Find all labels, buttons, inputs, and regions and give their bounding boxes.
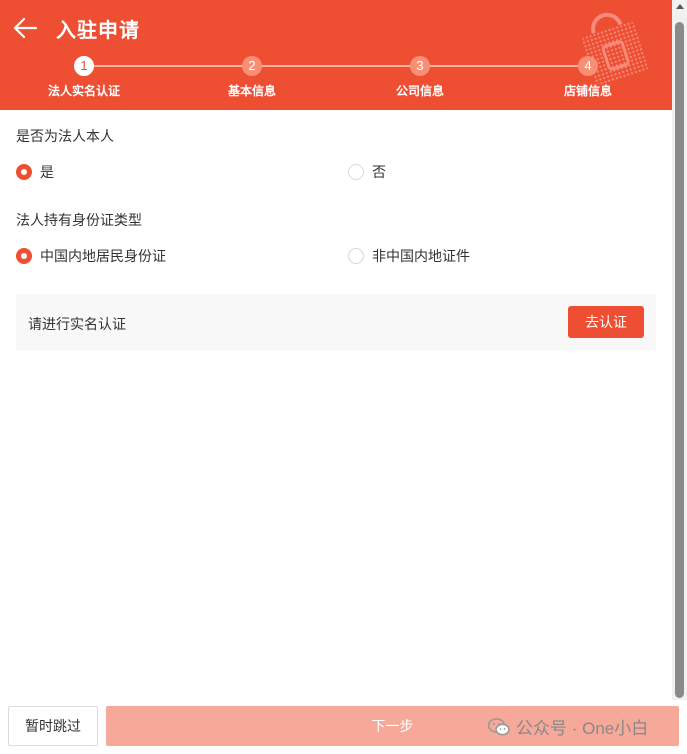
back-arrow-icon[interactable]: [12, 16, 38, 40]
step-number: 2: [242, 56, 262, 76]
radio-label: 非中国内地证件: [372, 248, 470, 264]
radio-unchecked-icon: [348, 164, 364, 180]
radio-label: 中国内地居民身份证: [40, 248, 166, 264]
verification-prompt: 请进行实名认证: [28, 316, 126, 332]
steps-progress-line: [84, 65, 588, 67]
legal-person-question: 是否为法人本人: [16, 128, 114, 144]
radio-checked-icon: [16, 248, 32, 264]
radio-legal-person-no[interactable]: 否: [348, 162, 386, 182]
radio-unchecked-icon: [348, 248, 364, 264]
step-label: 店铺信息: [563, 84, 612, 98]
header-bar: 入驻申请 1 法人实名认证 2 基本信息 3 公司信息 4 店铺信息: [0, 0, 672, 110]
scroll-up-icon[interactable]: [676, 4, 684, 9]
next-step-button[interactable]: 下一步: [106, 706, 679, 746]
skip-button[interactable]: 暂时跳过: [8, 706, 98, 746]
scrollbar-thumb[interactable]: [675, 22, 684, 698]
radio-id-non-mainland[interactable]: 非中国内地证件: [348, 246, 470, 266]
vertical-scrollbar[interactable]: [672, 0, 687, 700]
step-number: 4: [578, 56, 598, 76]
footer-bar: 暂时跳过 下一步: [0, 700, 687, 754]
page-title: 入驻申请: [56, 20, 140, 42]
step-3: 3 公司信息: [360, 56, 480, 99]
radio-label: 是: [40, 164, 54, 180]
radio-label: 否: [372, 164, 386, 180]
step-4: 4 店铺信息: [528, 56, 648, 99]
step-1: 1 法人实名认证: [24, 56, 144, 99]
verification-panel: 请进行实名认证 去认证: [16, 294, 656, 350]
step-number: 3: [410, 56, 430, 76]
radio-checked-icon: [16, 164, 32, 180]
step-2: 2 基本信息: [192, 56, 312, 99]
radio-legal-person-yes[interactable]: 是: [16, 162, 54, 182]
id-type-question: 法人持有身份证类型: [16, 212, 142, 228]
radio-id-mainland[interactable]: 中国内地居民身份证: [16, 246, 166, 266]
step-label: 法人实名认证: [47, 84, 120, 98]
step-number: 1: [74, 56, 94, 76]
go-verify-button[interactable]: 去认证: [568, 306, 644, 338]
step-label: 公司信息: [395, 84, 444, 98]
step-label: 基本信息: [227, 84, 276, 98]
